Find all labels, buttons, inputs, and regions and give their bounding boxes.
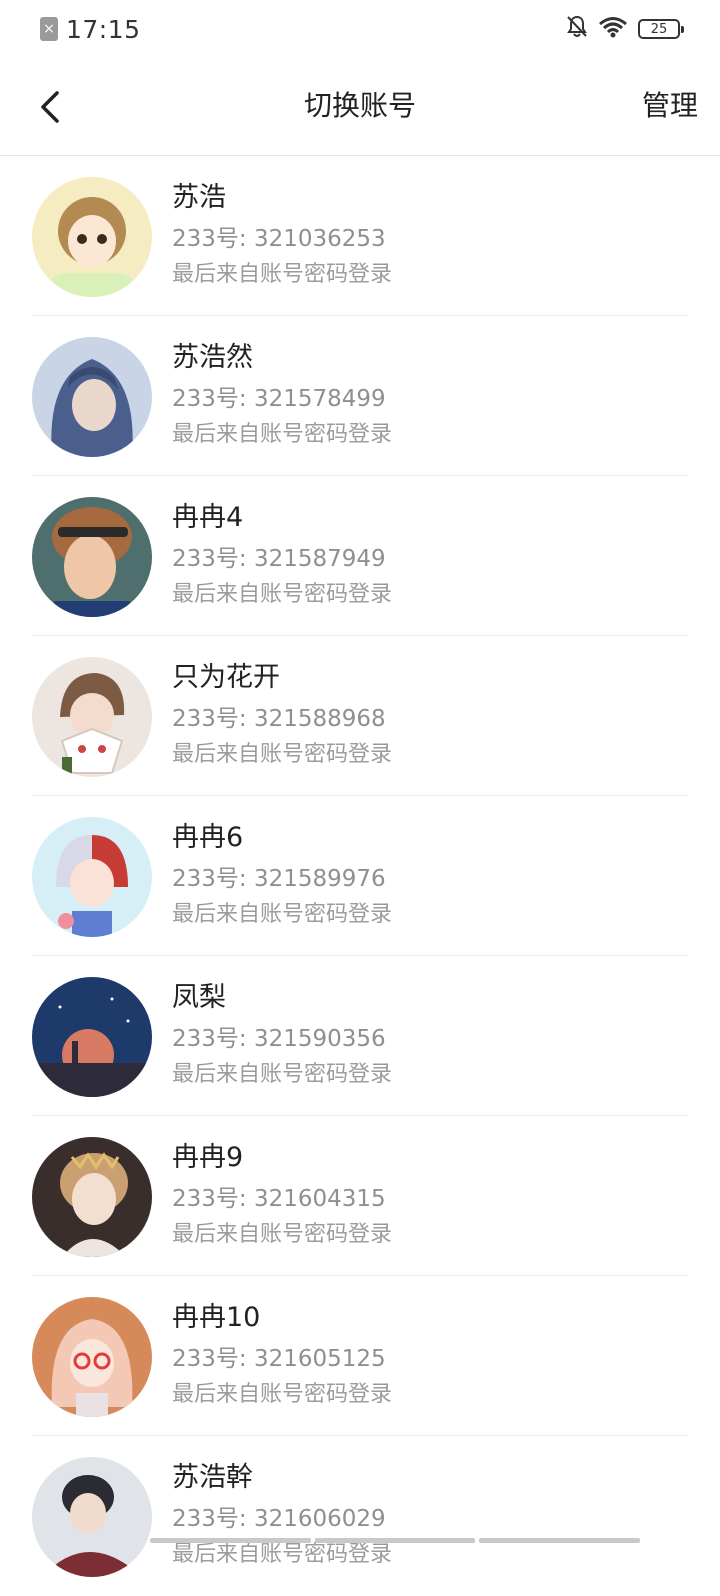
account-row[interactable]: 苏浩然 233号: 321578499 最后来自账号密码登录 <box>32 316 688 476</box>
avatar <box>32 1137 152 1257</box>
wifi-icon <box>598 16 628 42</box>
account-name: 冉冉4 <box>172 502 244 533</box>
battery-level: 25 <box>650 21 668 37</box>
account-id: 233号: 321036253 <box>172 226 386 252</box>
account-id: 233号: 321588968 <box>172 706 386 732</box>
account-info: 冉冉6 233号: 321589976 最后来自账号密码登录 <box>172 820 392 930</box>
account-info: 冉冉4 233号: 321587949 最后来自账号密码登录 <box>172 500 392 610</box>
avatar <box>32 177 152 297</box>
account-row[interactable]: 冉冉6 233号: 321589976 最后来自账号密码登录 <box>32 796 688 956</box>
account-id: 233号: 321604315 <box>172 1186 386 1212</box>
account-id: 233号: 321589976 <box>172 866 386 892</box>
bell-muted-icon <box>566 15 588 43</box>
account-info: 冉冉10 233号: 321605125 最后来自账号密码登录 <box>172 1300 392 1410</box>
account-id: 233号: 321590356 <box>172 1026 386 1052</box>
account-name: 苏浩 <box>172 182 226 213</box>
account-id: 233号: 321578499 <box>172 386 386 412</box>
account-login-source: 最后来自账号密码登录 <box>172 582 393 607</box>
account-row[interactable]: 冉冉9 233号: 321604315 最后来自账号密码登录 <box>32 1116 688 1276</box>
account-login-source: 最后来自账号密码登录 <box>172 1062 393 1087</box>
account-name: 冉冉10 <box>172 1302 261 1333</box>
avatar <box>32 977 152 1097</box>
status-time: 17:15 <box>66 14 141 44</box>
page-title: 切换账号 <box>303 89 416 122</box>
scroll-indicator-segment <box>314 1538 476 1543</box>
account-name: 苏浩幹 <box>172 1462 253 1493</box>
status-right: 25 <box>566 14 684 44</box>
account-row[interactable]: 苏浩幹 233号: 321606029 最后来自账号密码登录 <box>32 1436 688 1596</box>
status-bar: × 17:15 25 <box>0 0 720 58</box>
status-left: × 17:15 <box>40 14 141 44</box>
account-name: 苏浩然 <box>172 342 253 373</box>
account-info: 苏浩幹 233号: 321606029 最后来自账号密码登录 <box>172 1460 392 1570</box>
account-login-source: 最后来自账号密码登录 <box>172 1222 393 1247</box>
account-row[interactable]: 冉冉10 233号: 321605125 最后来自账号密码登录 <box>32 1276 688 1436</box>
account-row[interactable]: 冉冉4 233号: 321587949 最后来自账号密码登录 <box>32 476 688 636</box>
account-login-source: 最后来自账号密码登录 <box>172 1382 393 1407</box>
account-login-source: 最后来自账号密码登录 <box>172 742 393 767</box>
account-login-source: 最后来自账号密码登录 <box>172 902 393 927</box>
account-name: 只为花开 <box>172 662 280 693</box>
avatar <box>32 657 152 777</box>
account-list: 苏浩 233号: 321036253 最后来自账号密码登录 苏浩然 233号: … <box>0 156 720 1596</box>
battery-indicator: 25 <box>638 19 684 39</box>
scroll-indicator-segment <box>479 1538 641 1543</box>
account-row[interactable]: 只为花开 233号: 321588968 最后来自账号密码登录 <box>32 636 688 796</box>
sim-error-icon: × <box>40 17 58 41</box>
avatar <box>32 1297 152 1417</box>
avatar <box>32 817 152 937</box>
account-row[interactable]: 凤梨 233号: 321590356 最后来自账号密码登录 <box>32 956 688 1116</box>
account-name: 凤梨 <box>172 982 226 1013</box>
avatar <box>32 337 152 457</box>
account-login-source: 最后来自账号密码登录 <box>172 422 393 447</box>
account-info: 苏浩然 233号: 321578499 最后来自账号密码登录 <box>172 340 392 450</box>
account-id: 233号: 321605125 <box>172 1346 386 1372</box>
account-name: 冉冉6 <box>172 822 244 853</box>
account-info: 只为花开 233号: 321588968 最后来自账号密码登录 <box>172 660 392 770</box>
account-info: 苏浩 233号: 321036253 最后来自账号密码登录 <box>172 180 392 290</box>
account-row[interactable]: 苏浩 233号: 321036253 最后来自账号密码登录 <box>32 156 688 316</box>
nav-bar: 切换账号 管理 <box>0 58 720 156</box>
account-name: 冉冉9 <box>172 1142 244 1173</box>
scroll-indicator <box>150 1538 641 1543</box>
account-info: 冉冉9 233号: 321604315 最后来自账号密码登录 <box>172 1140 392 1250</box>
scroll-indicator-segment <box>150 1538 311 1543</box>
manage-button[interactable]: 管理 <box>642 84 698 124</box>
account-id: 233号: 321606029 <box>172 1506 386 1532</box>
account-login-source: 最后来自账号密码登录 <box>172 1542 393 1567</box>
account-id: 233号: 321587949 <box>172 546 386 572</box>
avatar <box>32 1457 152 1577</box>
avatar <box>32 497 152 617</box>
account-info: 凤梨 233号: 321590356 最后来自账号密码登录 <box>172 980 392 1090</box>
account-login-source: 最后来自账号密码登录 <box>172 262 393 287</box>
